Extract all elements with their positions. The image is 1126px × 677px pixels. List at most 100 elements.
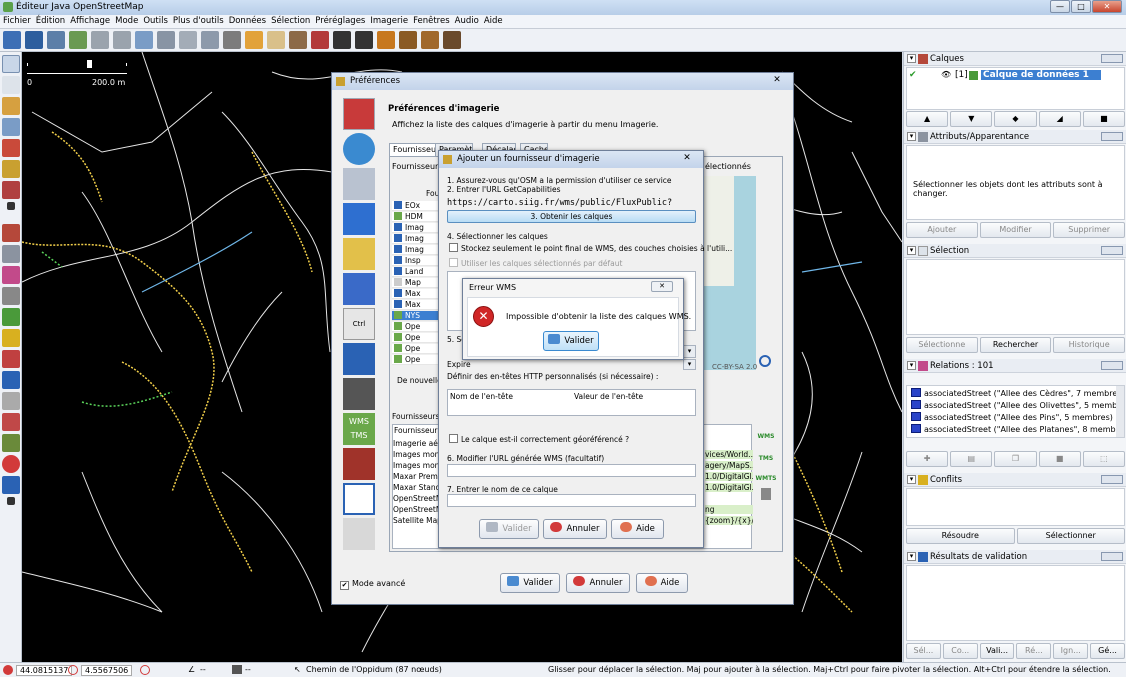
display-settings-icon[interactable]	[343, 98, 375, 130]
menu-data[interactable]: Données	[227, 15, 268, 27]
relation-toggle-icon[interactable]	[2, 266, 20, 284]
provider-row[interactable]: Max	[392, 300, 438, 310]
history-button[interactable]: Historique	[1053, 337, 1126, 353]
relation-item[interactable]: associatedStreet ("Allee des Cèdres", 7 …	[911, 388, 1124, 399]
provider-row[interactable]: Ope	[392, 344, 438, 354]
edit-relation-button[interactable]: ▤	[950, 451, 993, 467]
collapse-icon[interactable]: ▾	[907, 361, 916, 370]
restaurant-icon[interactable]	[399, 31, 417, 49]
lasso-icon[interactable]	[2, 76, 20, 94]
provider-row[interactable]: Imag	[392, 223, 438, 233]
castle-icon[interactable]	[421, 31, 439, 49]
provider-row[interactable]: HDM	[392, 212, 438, 222]
add-provider-help-button[interactable]: Aide	[611, 519, 664, 539]
collapse-icon[interactable]: ▾	[907, 132, 916, 141]
prefs-ok-button[interactable]: Valider	[500, 573, 560, 593]
settings-toggle-icon[interactable]	[2, 287, 20, 305]
imagery-prefs-icon[interactable]: WMS TMS	[343, 413, 375, 445]
ignore-button[interactable]: Ign...	[1053, 643, 1089, 659]
visibility-button[interactable]: ◢	[1038, 111, 1081, 127]
audio-icon[interactable]	[343, 273, 375, 305]
panel-controls[interactable]	[1101, 246, 1123, 255]
relations-panel-header[interactable]: ▾ Relations : 101	[904, 359, 1126, 373]
collapse-icon[interactable]: ▾	[907, 54, 916, 63]
menu-windows[interactable]: Fenêtres	[411, 15, 452, 27]
misc-prefs-icon[interactable]	[343, 518, 375, 550]
provider-row[interactable]: Max	[392, 289, 438, 299]
open-icon[interactable]	[3, 31, 21, 49]
move-down-button[interactable]: ▼	[950, 111, 993, 127]
remote-control-icon[interactable]	[343, 378, 375, 410]
use-default-checkbox[interactable]: Utiliser les calques sélectionnés par dé…	[449, 258, 622, 268]
menu-more-tools[interactable]: Plus d'outils	[171, 15, 226, 27]
conflict-toggle-icon[interactable]	[2, 329, 20, 347]
search-dropdown-button[interactable]: Rechercher	[979, 337, 1052, 353]
wikidata-icon[interactable]	[2, 476, 20, 494]
shortcuts-icon[interactable]: Ctrl	[343, 308, 375, 340]
relation-item[interactable]: associatedStreet ("Allee des Pins", 5 me…	[911, 412, 1113, 423]
validation-toggle-icon[interactable]	[2, 371, 20, 389]
traffic-light-icon[interactable]	[245, 31, 263, 49]
advanced-mode-checkbox[interactable]: ✔ Mode avancé	[340, 579, 405, 590]
panel-controls[interactable]	[1101, 132, 1123, 141]
zoom-tool-icon[interactable]	[2, 118, 20, 136]
preferences-icon[interactable]	[157, 31, 175, 49]
save-icon[interactable]	[25, 31, 43, 49]
attributes-panel-header[interactable]: ▾ Attributs/Apparentance	[904, 130, 1126, 144]
add-attribute-button[interactable]: Ajouter	[906, 222, 978, 238]
delete-layer-button[interactable]: ■	[1082, 111, 1126, 127]
add-wms-button[interactable]: WMS	[757, 424, 775, 442]
provider-row[interactable]: Land	[392, 267, 438, 277]
refresh-icon[interactable]	[201, 31, 219, 49]
add-wmts-button[interactable]: WMTS	[755, 466, 777, 484]
menu-mode[interactable]: Mode	[113, 15, 140, 27]
provider-row[interactable]: Imag	[392, 234, 438, 244]
more-tools-icon[interactable]	[7, 202, 15, 210]
notes-icon[interactable]	[2, 455, 20, 473]
save-as-icon[interactable]	[47, 31, 65, 49]
zoom-icon[interactable]	[135, 31, 153, 49]
select-relation-button[interactable]: ⬚	[1082, 451, 1126, 467]
gift-icon[interactable]	[2, 413, 20, 431]
provider2-row[interactable]: Maxar Standa	[393, 483, 438, 492]
relation-item[interactable]: associatedStreet ("Allee des Platanes", …	[911, 424, 1124, 435]
provider-row[interactable]: EOx	[392, 201, 438, 211]
capabilities-url[interactable]: https://carto.siig.fr/wms/public/FluxPub…	[447, 198, 672, 208]
trash-icon[interactable]	[761, 488, 771, 500]
collapse-icon[interactable]: ▾	[907, 475, 916, 484]
funnel-icon[interactable]	[2, 392, 20, 410]
warning-icon[interactable]	[377, 31, 395, 49]
menu-imagery[interactable]: Imagerie	[368, 15, 410, 27]
wall-icon[interactable]	[223, 31, 241, 49]
menu-help[interactable]: Aide	[482, 15, 505, 27]
provider2-row[interactable]: Imagerie aérie	[393, 439, 438, 448]
provider2-row[interactable]: Maxar Premiu	[393, 472, 438, 481]
store-endpoint-checkbox[interactable]: Stockez seulement le point final de WMS,…	[449, 243, 732, 253]
provider2-row[interactable]: OpenStreetMa	[393, 505, 438, 514]
pole-icon[interactable]	[267, 31, 285, 49]
undo-icon[interactable]	[91, 31, 109, 49]
provider2-row[interactable]: Satellite Mapb	[393, 516, 438, 525]
conflicts-panel-header[interactable]: ▾ Conflits	[904, 473, 1126, 487]
resolve-button[interactable]: Résoudre	[906, 528, 1015, 544]
layers-toggle-icon[interactable]	[2, 224, 20, 242]
bus-icon[interactable]	[355, 31, 373, 49]
format-dropdown[interactable]: ▾	[683, 345, 696, 358]
menu-view[interactable]: Affichage	[68, 15, 112, 27]
improve-way-icon[interactable]	[2, 181, 20, 199]
provider-row[interactable]: Ope	[392, 355, 438, 365]
parallel-icon[interactable]	[2, 160, 20, 178]
relations-scrollbar[interactable]	[1116, 386, 1124, 437]
building-icon[interactable]	[311, 31, 329, 49]
car-icon[interactable]	[333, 31, 351, 49]
validation-panel-header[interactable]: ▾ Résultats de validation	[904, 550, 1126, 564]
error-ok-button[interactable]: Valider	[543, 331, 599, 351]
delete-attribute-button[interactable]: Supprimer	[1053, 222, 1126, 238]
filter-toggle-icon[interactable]	[2, 350, 20, 368]
prefs-help-button[interactable]: Aide	[636, 573, 688, 593]
provider2-row[interactable]: OpenStreetMa	[393, 494, 438, 503]
menu-edit[interactable]: Édition	[34, 15, 67, 27]
layer-row[interactable]: ✔ 👁 [1] Calque de données 1	[907, 70, 1124, 81]
plugins-icon[interactable]	[343, 203, 375, 235]
add-tms-button[interactable]: TMS	[757, 446, 775, 464]
